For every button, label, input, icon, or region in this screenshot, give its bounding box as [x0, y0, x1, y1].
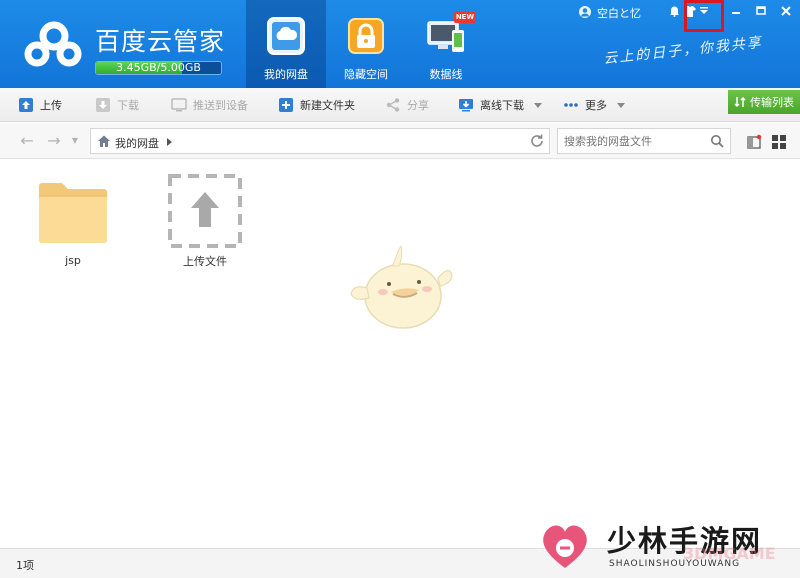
maximize-icon: [756, 6, 766, 15]
refresh-icon[interactable]: [529, 133, 545, 149]
close-icon: [781, 6, 791, 16]
address-bar: ← → ▼ 我的网盘: [0, 123, 800, 159]
new-folder-label: 新建文件夹: [300, 99, 355, 112]
tab-hidden-space[interactable]: 隐藏空间: [326, 0, 406, 88]
folder-item[interactable]: jsp: [28, 178, 118, 270]
tab-data-cable[interactable]: NEW 数据线: [406, 0, 486, 88]
slogan-text: 云上的日子，你我共享: [602, 34, 764, 68]
breadcrumb: 我的网盘: [90, 128, 550, 154]
upload-button[interactable]: 上传: [18, 96, 62, 114]
storage-quota-text: 3.45GB/5.00GB: [116, 61, 201, 74]
transfer-arrows-icon: [734, 96, 746, 108]
heart-logo-icon: [543, 525, 587, 568]
more-button[interactable]: 更多: [563, 96, 625, 114]
brand-title: 百度云管家: [95, 27, 226, 56]
upload-placeholder-icon: [168, 174, 242, 248]
more-label: 更多: [585, 99, 607, 112]
watermark: 少林手游网 3DMGAME SHAOLINSHOUYOUWANG: [535, 514, 795, 578]
watermark-subtitle: SHAOLINSHOUYOUWANG: [609, 559, 741, 569]
minimize-icon: [732, 12, 740, 14]
grid-view-icon[interactable]: [771, 134, 787, 150]
offline-download-icon: [459, 99, 473, 112]
search-icon[interactable]: [710, 134, 724, 148]
offline-download-label: 离线下载: [480, 99, 524, 112]
download-button[interactable]: 下载: [95, 96, 139, 114]
lock-icon: [348, 18, 384, 54]
push-device-icon: [171, 98, 187, 112]
baidu-cloud-logo-icon: [24, 21, 82, 67]
breadcrumb-arrow-icon[interactable]: [167, 138, 172, 146]
forward-button[interactable]: →: [45, 132, 63, 150]
history-dropdown[interactable]: ▼: [66, 132, 84, 150]
back-button[interactable]: ←: [18, 132, 36, 150]
push-to-device-button[interactable]: 推送到设备: [171, 96, 248, 114]
toolbar: 上传 下载 推送到设备 新建文件夹 分享 离线下载 更多: [0, 88, 800, 122]
mascot-illustration-icon: [350, 244, 453, 329]
bell-icon: [669, 6, 679, 17]
breadcrumb-my-drive[interactable]: 我的网盘: [115, 135, 159, 151]
share-icon: [386, 98, 400, 112]
item-count: 1项: [16, 559, 34, 572]
username: 空白と忆: [597, 7, 641, 20]
chevron-down-icon: [617, 102, 625, 108]
folder-name: jsp: [65, 254, 81, 267]
transfer-list-label: 传输列表: [750, 96, 794, 109]
minimize-button[interactable]: [725, 2, 747, 20]
push-to-device-label: 推送到设备: [193, 99, 248, 112]
folder-icon: [39, 183, 107, 243]
upload-label: 上传: [40, 99, 62, 112]
new-badge: NEW: [454, 12, 476, 23]
chevron-down-icon: [534, 102, 542, 108]
tab-data-cable-label: 数据线: [429, 68, 463, 81]
download-label: 下载: [117, 99, 139, 112]
more-dots-icon: [564, 103, 578, 107]
upload-file-label: 上传文件: [183, 255, 227, 268]
file-list-area: jsp 上传文件: [0, 160, 800, 548]
cloud-drive-icon: [267, 17, 305, 55]
upload-icon: [19, 98, 33, 112]
highlight-box: [684, 0, 724, 32]
tab-my-drive[interactable]: 我的网盘: [246, 0, 326, 88]
tab-hidden-space-label: 隐藏空间: [344, 68, 388, 81]
storage-quota-bar: 3.45GB/5.00GB: [95, 61, 222, 75]
tab-my-drive-label: 我的网盘: [264, 68, 308, 81]
home-icon[interactable]: [97, 134, 111, 148]
avatar-icon: [579, 6, 591, 18]
thumbnail-view-icon[interactable]: [746, 134, 762, 150]
new-folder-button[interactable]: 新建文件夹: [278, 96, 355, 114]
search-box: [557, 128, 731, 154]
offline-download-button[interactable]: 离线下载: [458, 96, 542, 114]
share-button[interactable]: 分享: [385, 96, 429, 114]
app-header: 百度云管家 3.45GB/5.00GB 我的网盘 隐藏空间 NEW 数据线 云上…: [0, 0, 800, 88]
user-account[interactable]: 空白と忆: [578, 4, 648, 20]
new-folder-icon: [279, 98, 293, 112]
maximize-button[interactable]: [750, 2, 772, 20]
chevron-down-icon: ▼: [71, 136, 79, 145]
search-input[interactable]: [564, 133, 704, 149]
transfer-list-button[interactable]: 传输列表: [728, 90, 800, 114]
upload-file-tile[interactable]: 上传文件: [160, 173, 250, 269]
share-label: 分享: [407, 99, 429, 112]
arrow-right-icon: →: [47, 131, 61, 150]
arrow-left-icon: ←: [20, 131, 34, 150]
download-icon: [96, 98, 110, 112]
close-button[interactable]: [775, 2, 797, 20]
